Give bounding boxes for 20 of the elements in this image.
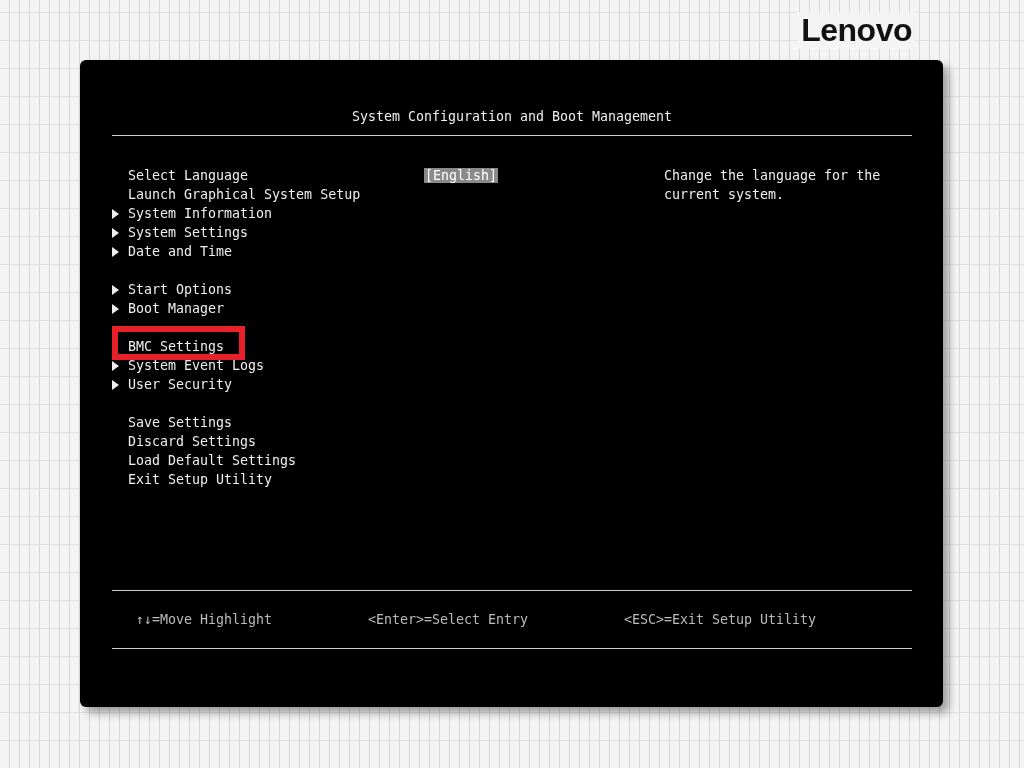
menu-item[interactable]: System Information xyxy=(128,206,273,221)
menu-item[interactable]: System Settings xyxy=(128,225,249,240)
menu-item[interactable]: Save Settings xyxy=(128,415,233,430)
key-hint: <Enter>=Select Entry xyxy=(368,612,530,627)
key-hint: ↑↓=Move Highlight xyxy=(136,612,274,627)
key-hint: <ESC>=Exit Setup Utility xyxy=(624,612,817,627)
help-text: Change the language for the current system. xyxy=(664,167,882,204)
menu-item[interactable]: System Event Logs xyxy=(128,358,265,373)
menu-item[interactable]: Launch Graphical System Setup xyxy=(128,187,361,202)
menu-item[interactable]: Select Language xyxy=(128,168,249,183)
menu-item[interactable]: Boot Manager xyxy=(128,301,225,316)
menu-item[interactable]: Date and Time xyxy=(128,244,233,259)
menu-item[interactable]: Load Default Settings xyxy=(128,453,297,468)
menu-item[interactable]: Start Options xyxy=(128,282,233,297)
menu-item[interactable]: Exit Setup Utility xyxy=(128,472,273,487)
screen-title: System Configuration and Boot Management xyxy=(351,109,673,124)
menu-item[interactable]: User Security xyxy=(128,377,233,392)
logo: Lenovo xyxy=(797,12,916,49)
menu-item[interactable]: BMC Settings xyxy=(128,339,225,354)
menu-item[interactable]: Discard Settings xyxy=(128,434,257,449)
